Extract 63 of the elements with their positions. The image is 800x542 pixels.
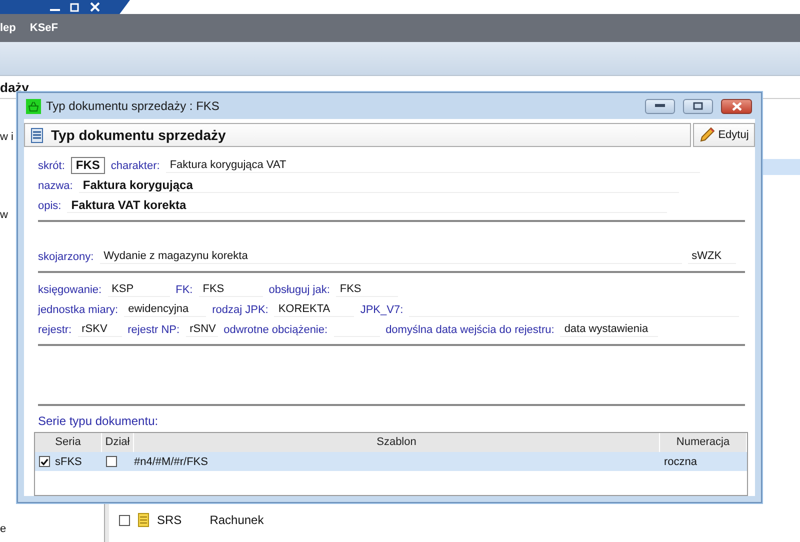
field-value: FKS	[336, 282, 398, 297]
close-icon[interactable]	[90, 2, 100, 12]
close-icon	[732, 102, 742, 110]
field-label: rejestr:	[38, 324, 72, 336]
table-row[interactable]: sFKS #n4/#M/#r/FKS roczna	[35, 452, 747, 471]
maximize-icon	[693, 102, 703, 110]
tree-item[interactable]: w	[0, 209, 8, 221]
field-label: domyślna data wejścia do rejestru:	[386, 324, 554, 336]
minimize-icon	[655, 104, 665, 108]
field-value: rSKV	[78, 322, 122, 337]
field-label: rodzaj JPK:	[212, 304, 268, 316]
field-label: obsługuj jak:	[268, 284, 330, 296]
document-icon	[31, 128, 43, 142]
minimize-button[interactable]	[645, 98, 675, 114]
field-label: opis:	[38, 200, 62, 212]
field-label: odwrotne obciążenie:	[224, 324, 328, 336]
field-value: sWZK	[688, 249, 736, 264]
field-value: KOREKTA	[274, 302, 354, 317]
list-name: Rachunek	[210, 513, 264, 527]
field-label: nazwa:	[38, 180, 73, 192]
column-header[interactable]: Seria	[35, 433, 102, 452]
tree-item[interactable]: w i	[0, 131, 14, 143]
field-value: Faktura korygująca	[78, 178, 679, 193]
field-value: data wystawienia	[560, 322, 658, 337]
field-label: jednostka miary:	[38, 304, 118, 316]
field-value: ewidencyjna	[124, 302, 206, 317]
checkbox[interactable]	[106, 456, 117, 467]
column-header[interactable]: Numeracja	[660, 433, 747, 452]
field-value: rSNV	[186, 322, 218, 337]
tree-item[interactable]: e	[0, 523, 6, 535]
field-value: Faktura korygująca VAT	[166, 158, 700, 173]
document-icon	[138, 513, 149, 527]
table-cell: sFKS	[55, 456, 82, 468]
maximize-button[interactable]	[683, 98, 713, 114]
field-label: skojarzony:	[38, 250, 94, 262]
menu-item[interactable]: lep	[0, 22, 16, 34]
field-value: Faktura VAT korekta	[67, 198, 668, 213]
header-title: Typ dokumentu sprzedaży	[51, 127, 226, 143]
field-value: KSP	[108, 282, 170, 297]
field-label: JPK_V7:	[360, 304, 404, 316]
table-cell: roczna	[664, 456, 698, 468]
checkbox[interactable]	[119, 514, 130, 526]
window-title: Typ dokumentu sprzedaży : FKS	[46, 99, 220, 113]
checkbox[interactable]	[39, 456, 50, 467]
menu-item[interactable]: KSeF	[30, 22, 58, 34]
field-label: księgowanie:	[38, 284, 102, 296]
field-label: rejestr NP:	[128, 324, 180, 336]
close-button[interactable]	[721, 98, 752, 114]
section-title: Serie typu dokumentu:	[38, 414, 160, 428]
table-cell: #n4/#M/#r/FKS	[134, 456, 208, 468]
field-value: FKS	[70, 157, 105, 174]
maximize-icon[interactable]	[70, 2, 80, 12]
list-code: SRS	[157, 513, 182, 527]
field-value: FKS	[198, 282, 263, 297]
field-value: Wydanie z magazynu korekta	[100, 249, 682, 264]
column-header[interactable]: Dział	[102, 433, 134, 452]
field-label: charakter:	[110, 160, 160, 172]
pencil-icon	[699, 127, 716, 143]
basket-icon	[26, 98, 41, 114]
column-header[interactable]: Szablon	[134, 433, 660, 452]
field-label: skrót:	[38, 160, 65, 172]
field-label: FK:	[176, 284, 193, 296]
edit-button[interactable]: Edytuj	[693, 123, 755, 147]
